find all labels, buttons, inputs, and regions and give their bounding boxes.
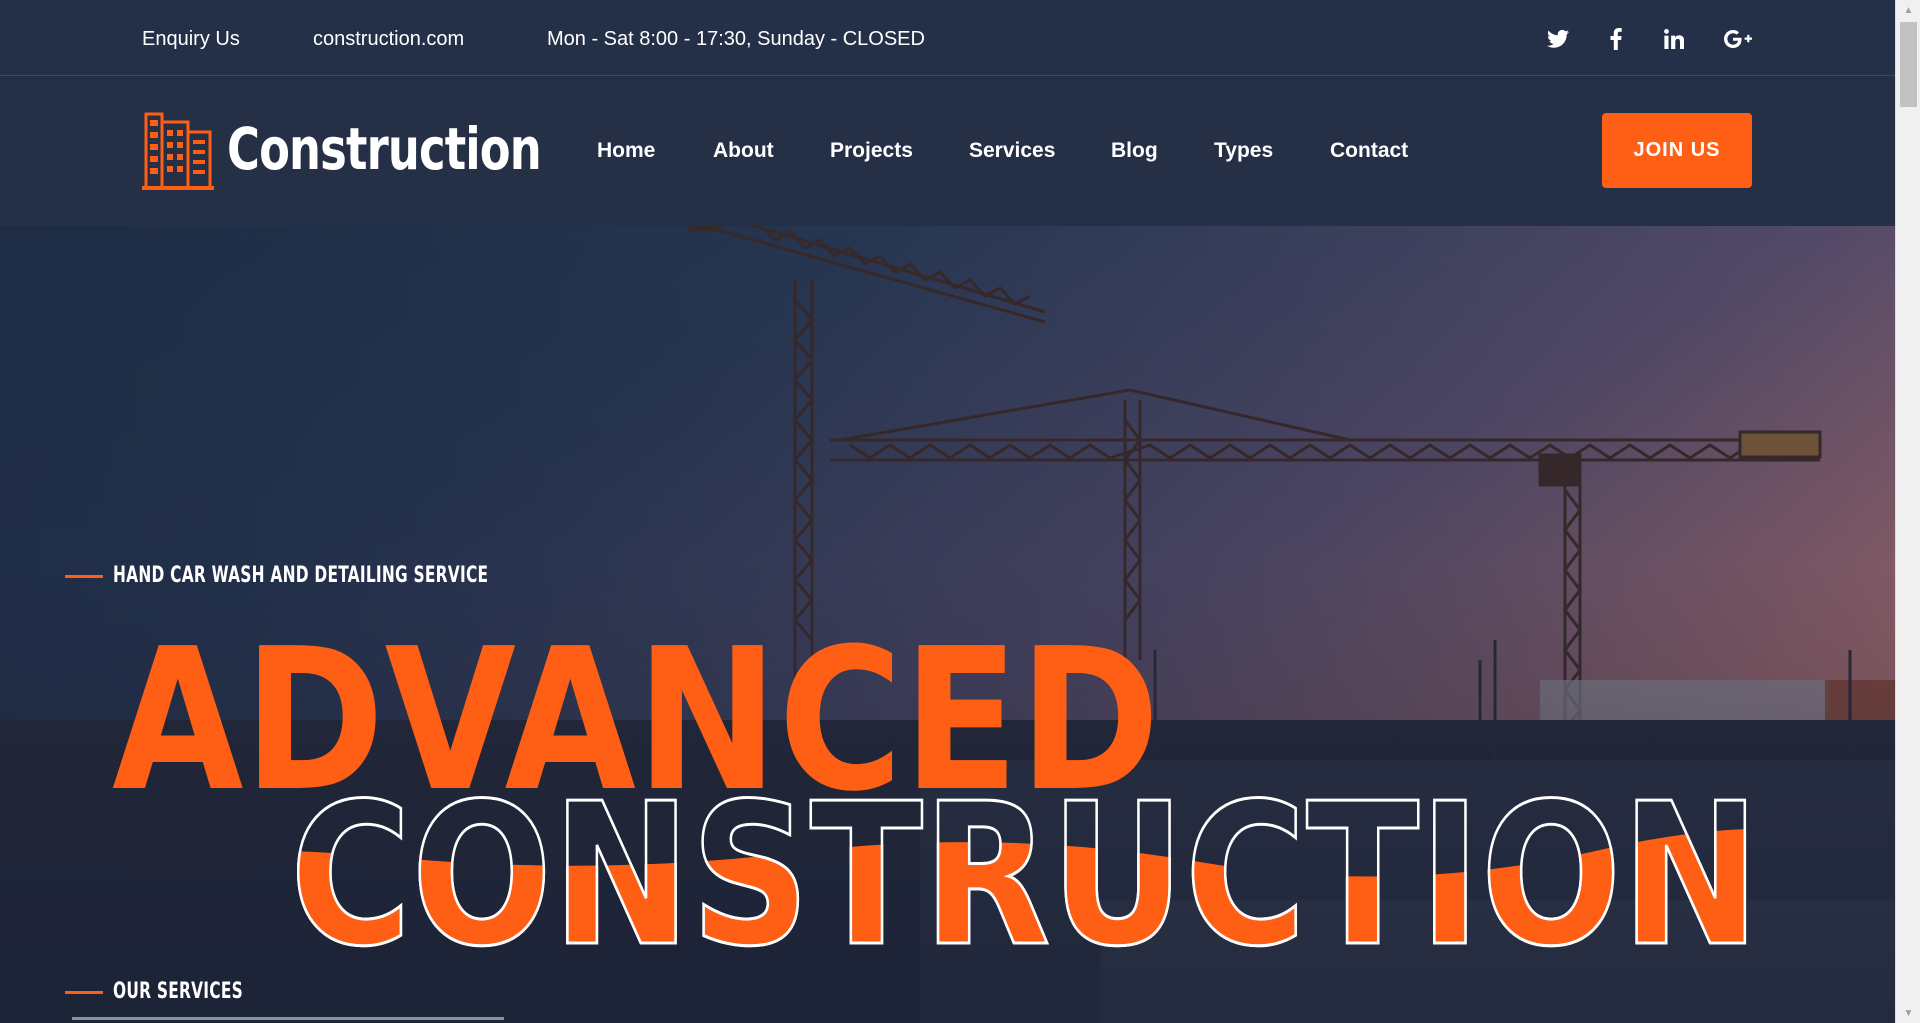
eyebrow-dash — [65, 574, 103, 578]
services-section-label: OUR SERVICES — [65, 978, 280, 1006]
nav-blog[interactable]: Blog — [1111, 138, 1158, 164]
scroll-down-arrow-icon[interactable]: ▼ — [1896, 1003, 1920, 1023]
top-info-bar: Enquiry Us construction.com Mon - Sat 8:… — [0, 0, 1895, 76]
nav-types[interactable]: Types — [1214, 138, 1273, 164]
twitter-icon[interactable] — [1541, 22, 1575, 56]
building-logo-icon — [142, 110, 214, 192]
scroll-up-arrow-icon[interactable]: ▲ — [1896, 0, 1920, 20]
logo-text: Construction — [227, 115, 542, 183]
page-viewport: Enquiry Us construction.com Mon - Sat 8:… — [0, 0, 1895, 1023]
website-link[interactable]: construction.com — [313, 26, 464, 52]
nav-home[interactable]: Home — [597, 138, 655, 164]
services-dash — [65, 990, 103, 994]
services-label-text: OUR SERVICES — [113, 979, 243, 1004]
join-us-button[interactable]: JOIN US — [1602, 113, 1752, 188]
nav-services[interactable]: Services — [969, 138, 1055, 164]
nav-projects[interactable]: Projects — [830, 138, 913, 164]
nav-about[interactable]: About — [713, 138, 774, 164]
hero-headline: ADVANCED CONSTRUCTION CONSTRUCTION — [0, 600, 1895, 960]
scrollbar-thumb[interactable] — [1900, 22, 1917, 107]
site-logo[interactable]: Construction — [142, 110, 542, 192]
services-divider — [72, 1017, 504, 1020]
vertical-scrollbar[interactable]: ▲ ▼ — [1895, 0, 1920, 1023]
enquiry-link[interactable]: Enquiry Us — [142, 26, 240, 52]
linkedin-icon[interactable] — [1657, 22, 1691, 56]
google-plus-icon[interactable] — [1721, 22, 1755, 56]
facebook-icon[interactable] — [1599, 22, 1633, 56]
hero-eyebrow: HAND CAR WASH AND DETAILING SERVICE — [65, 562, 594, 590]
hero-eyebrow-text: HAND CAR WASH AND DETAILING SERVICE — [113, 563, 489, 588]
nav-contact[interactable]: Contact — [1330, 138, 1408, 164]
business-hours: Mon - Sat 8:00 - 17:30, Sunday - CLOSED — [547, 28, 925, 50]
